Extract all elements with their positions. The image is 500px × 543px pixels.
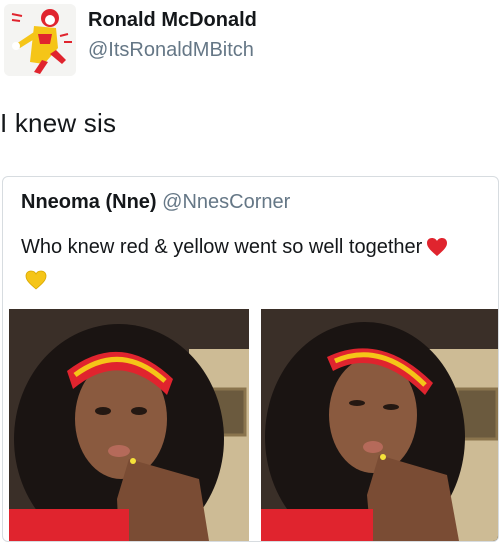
tweet-photo-1[interactable] — [9, 309, 249, 541]
author-handle[interactable]: @ItsRonaldMBitch — [88, 39, 254, 62]
tweet-header: Ronald McDonald @ItsRonaldMBitch — [0, 0, 500, 80]
yellow-heart-icon — [25, 270, 47, 299]
quoted-tweet-body: Who knew red & yellow went so well toget… — [21, 236, 423, 258]
author-display-name[interactable]: Ronald McDonald — [88, 9, 257, 32]
red-heart-icon — [426, 237, 448, 266]
tweet-photo-2[interactable] — [261, 309, 498, 541]
quoted-author-handle[interactable]: @NnesCorner — [162, 191, 290, 213]
ronald-mcdonald-avatar-icon — [4, 4, 76, 76]
quoted-tweet[interactable]: Nneoma (Nne) @NnesCorner Who knew red & … — [2, 176, 499, 542]
quoted-tweet-text: Who knew red & yellow went so well toget… — [21, 233, 461, 299]
quoted-author: Nneoma (Nne) @NnesCorner — [21, 191, 290, 214]
tweet-text: I knew sis — [0, 108, 117, 138]
quoted-author-name[interactable]: Nneoma (Nne) — [21, 191, 157, 213]
avatar[interactable] — [4, 4, 76, 76]
